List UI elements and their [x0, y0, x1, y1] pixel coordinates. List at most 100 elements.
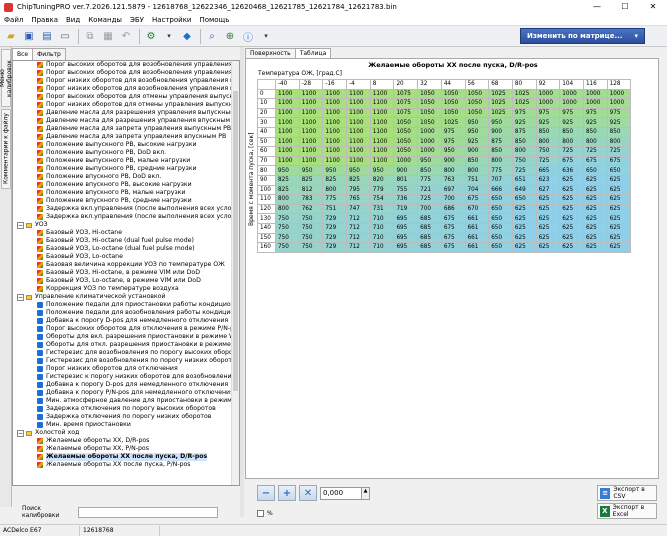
table-cell[interactable]: 1100	[322, 107, 348, 119]
table-cell[interactable]: 1000	[535, 88, 561, 100]
table-cell[interactable]: 700	[440, 194, 466, 205]
table-cell[interactable]: 975	[440, 126, 466, 138]
table-cell[interactable]: 1025	[440, 117, 466, 128]
table-cell[interactable]: 1100	[346, 126, 371, 138]
x-axis-cell[interactable]: 44	[440, 79, 466, 90]
table-cell[interactable]: 725	[535, 155, 561, 167]
menu-help[interactable]: Помощь	[195, 16, 233, 24]
table-cell[interactable]: 725	[511, 165, 537, 176]
table-cell[interactable]: 1100	[275, 107, 300, 119]
maximize-button[interactable]: ☐	[611, 0, 639, 14]
x-axis-cell[interactable]: 20	[393, 79, 419, 90]
table-cell[interactable]: 1050	[440, 107, 466, 119]
table-cell[interactable]: 800	[559, 136, 584, 148]
table-cell[interactable]: 800	[275, 203, 300, 215]
table-cell[interactable]: 900	[440, 155, 466, 167]
table-cell[interactable]: 950	[488, 117, 513, 128]
table-cell[interactable]: 800	[606, 136, 632, 148]
table-cell[interactable]: 625	[582, 222, 608, 234]
table-cell[interactable]: 1100	[322, 88, 348, 100]
x-axis-cell[interactable]: 56	[464, 79, 490, 90]
tree-item[interactable]: Обороты для вкл. разрешения приостановки…	[13, 333, 233, 341]
table-cell[interactable]: 750	[275, 213, 300, 224]
table-cell[interactable]: 675	[582, 155, 608, 167]
tree-scrollbar[interactable]	[231, 61, 239, 485]
table-cell[interactable]: 675	[606, 155, 632, 167]
tree-item[interactable]: Положение впускного РВ, средние нагрузки	[13, 197, 233, 205]
y-axis-cell[interactable]: 0	[257, 88, 276, 100]
table-cell[interactable]: 695	[393, 242, 419, 253]
table-cell[interactable]: 1100	[275, 126, 300, 138]
table-cell[interactable]: 725	[606, 146, 632, 157]
table-cell[interactable]: 636	[559, 165, 584, 176]
x-axis-cell[interactable]: 32	[417, 79, 442, 90]
change-by-matrix-button[interactable]: Изменить по матрице... ▾	[520, 28, 645, 44]
table-cell[interactable]: 783	[298, 194, 324, 205]
tree-item[interactable]: Базовый УОЗ, Lo-octane	[13, 253, 233, 261]
table-cell[interactable]: 1025	[488, 98, 513, 109]
table-cell[interactable]: 750	[298, 213, 324, 224]
table-cell[interactable]: 800	[488, 155, 513, 167]
table-cell[interactable]: 1050	[417, 98, 442, 109]
tree-item[interactable]: Давление масла для разрешения управления…	[13, 117, 233, 125]
table-cell[interactable]: 750	[298, 222, 324, 234]
table-cell[interactable]: 950	[322, 165, 348, 176]
table-cell[interactable]: 712	[346, 213, 371, 224]
tree-item[interactable]: Давление масла для запрета управления вы…	[13, 125, 233, 133]
info-icon[interactable]: ▾	[258, 28, 274, 44]
tree-item[interactable]: Гистерезис к порогу низких оборотов для …	[13, 373, 233, 381]
table-cell[interactable]: 1100	[369, 136, 395, 148]
y-axis-cell[interactable]: 110	[257, 194, 276, 205]
table-cell[interactable]: 1100	[275, 155, 300, 167]
table-cell[interactable]: 650	[488, 232, 513, 244]
table-cell[interactable]: 950	[440, 146, 466, 157]
table-cell[interactable]: 850	[582, 126, 608, 138]
table-cell[interactable]: 675	[559, 155, 584, 167]
tree-folder[interactable]: − Холостой ход	[13, 429, 233, 437]
table-cell[interactable]: 1050	[417, 88, 442, 100]
table-cell[interactable]: 875	[488, 136, 513, 148]
table-cell[interactable]: 695	[393, 222, 419, 234]
tree-item[interactable]: Гистерезис для возобновления по порогу в…	[13, 349, 233, 357]
table-cell[interactable]: 661	[464, 242, 490, 253]
table-cell[interactable]: 775	[488, 165, 513, 176]
table-cell[interactable]: 750	[275, 232, 300, 244]
y-axis-cell[interactable]: 10	[257, 98, 276, 109]
table-cell[interactable]: 707	[488, 174, 513, 186]
table-cell[interactable]: 1100	[322, 98, 348, 109]
table-cell[interactable]: 625	[606, 174, 632, 186]
table-cell[interactable]: 625	[582, 242, 608, 253]
table-cell[interactable]: 685	[417, 232, 442, 244]
table-cell[interactable]: 825	[275, 184, 300, 196]
table-cell[interactable]: 1100	[369, 107, 395, 119]
y-axis-cell[interactable]: 100	[257, 184, 276, 196]
table-cell[interactable]: 1050	[464, 98, 490, 109]
table-cell[interactable]: 625	[511, 232, 537, 244]
tab-calibrations-menu[interactable]: Меню калибровок	[0, 49, 13, 107]
table-cell[interactable]: 850	[417, 165, 442, 176]
tree-item[interactable]: Положение выпускного РВ, малые нагрузки	[13, 157, 233, 165]
tree-item[interactable]: Добавка к порогу D-pos для немедленного …	[13, 317, 233, 325]
table-cell[interactable]: 925	[559, 117, 584, 128]
table-cell[interactable]: 1100	[346, 136, 371, 148]
table-cell[interactable]: 825	[322, 174, 348, 186]
table-cell[interactable]: 975	[582, 107, 608, 119]
table-cell[interactable]: 685	[417, 242, 442, 253]
tree-item[interactable]: Базовая величина коррекции УОЗ по темпер…	[13, 261, 233, 269]
table-cell[interactable]: 1100	[275, 146, 300, 157]
table-cell[interactable]: 825	[298, 174, 324, 186]
search-icon[interactable]: ⌕	[204, 28, 220, 44]
table-cell[interactable]: 950	[298, 165, 324, 176]
table-cell[interactable]: 729	[322, 222, 348, 234]
copy-icon[interactable]: ⧉	[82, 28, 98, 44]
tree-item[interactable]: Желаемые обороты XX после пуска, D/R-pos	[13, 453, 233, 461]
tree-item[interactable]: Задержка вкл.управления (после выполнени…	[13, 205, 233, 213]
x-axis-cell[interactable]: 92	[535, 79, 561, 90]
table-cell[interactable]: 1050	[464, 88, 490, 100]
table-cell[interactable]: 750	[298, 242, 324, 253]
table-cell[interactable]: 1100	[346, 98, 371, 109]
table-cell[interactable]: 725	[582, 146, 608, 157]
table-cell[interactable]: 900	[393, 165, 419, 176]
table-cell[interactable]: 1100	[298, 136, 324, 148]
table-cell[interactable]: 1100	[298, 98, 324, 109]
